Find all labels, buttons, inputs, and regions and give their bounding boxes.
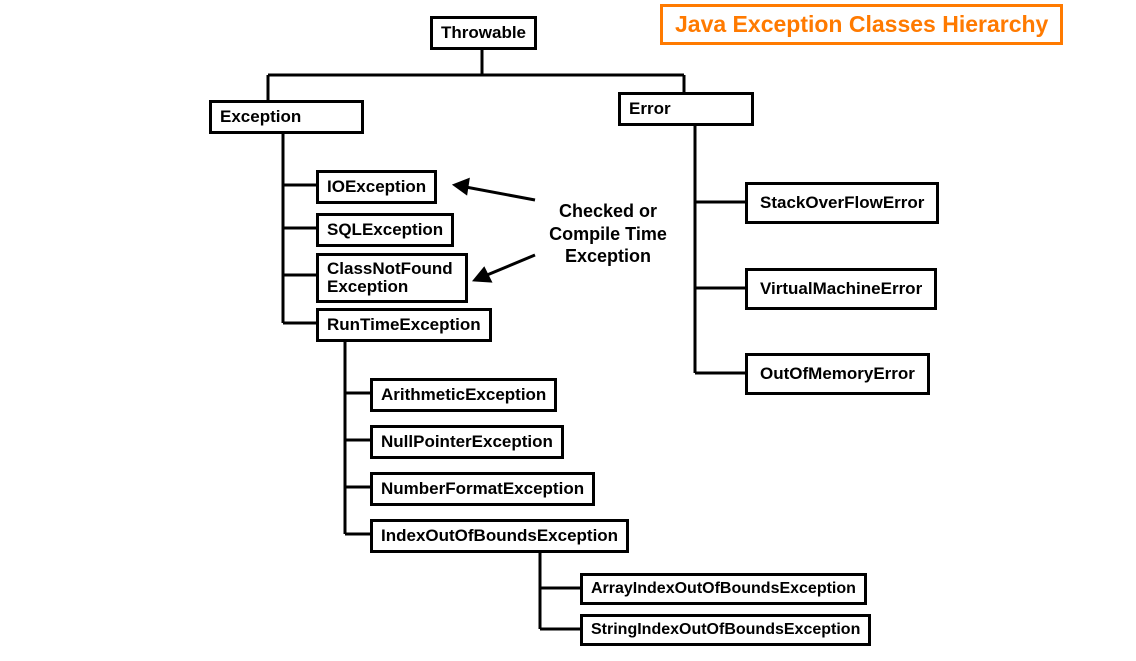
- node-stringindex: StringIndexOutOfBoundsException: [580, 614, 871, 646]
- annotation-checked: Checked or Compile Time Exception: [538, 200, 678, 268]
- node-outofmemory: OutOfMemoryError: [745, 353, 930, 395]
- node-indexoob: IndexOutOfBoundsException: [370, 519, 629, 553]
- diagram-canvas: Java Exception Classes Hierarchy Throwab…: [0, 0, 1136, 661]
- node-error: Error: [618, 92, 754, 126]
- node-throwable: Throwable: [430, 16, 537, 50]
- node-ioexception: IOException: [316, 170, 437, 204]
- node-classnotfound: ClassNotFound Exception: [316, 253, 468, 303]
- node-runtime: RunTimeException: [316, 308, 492, 342]
- node-numberformat: NumberFormatException: [370, 472, 595, 506]
- node-nullpointer: NullPointerException: [370, 425, 564, 459]
- node-sqlexception: SQLException: [316, 213, 454, 247]
- node-virtualmachine: VirtualMachineError: [745, 268, 937, 310]
- node-arithmetic: ArithmeticException: [370, 378, 557, 412]
- node-stackoverflow: StackOverFlowError: [745, 182, 939, 224]
- node-arrayindex: ArrayIndexOutOfBoundsException: [580, 573, 867, 605]
- diagram-title: Java Exception Classes Hierarchy: [660, 4, 1063, 45]
- connectors: [0, 0, 1136, 661]
- node-exception: Exception: [209, 100, 364, 134]
